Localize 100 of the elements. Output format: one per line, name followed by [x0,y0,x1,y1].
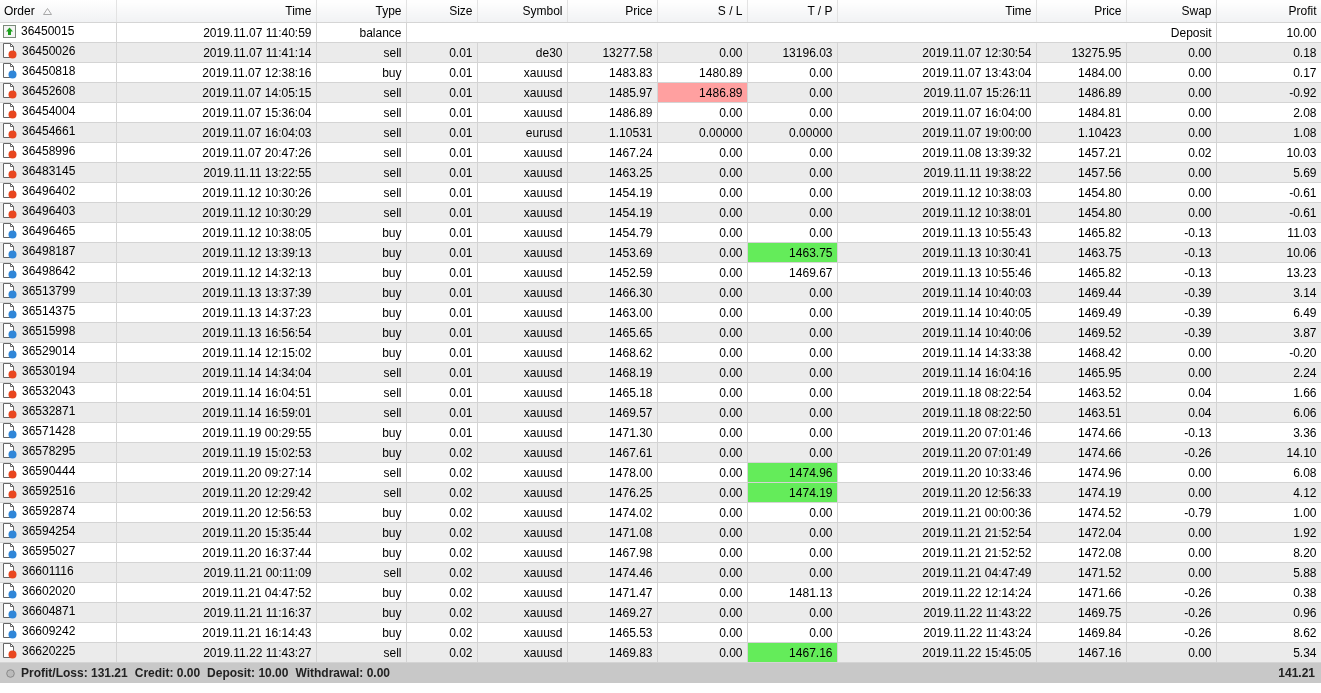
table-cell: 0.00 [1126,362,1216,383]
table-cell: -0.61 [1216,202,1321,223]
table-cell: sell [316,182,406,203]
table-cell: 0.00 [1126,342,1216,363]
table-cell: -0.13 [1126,242,1216,263]
table-cell: 2019.11.14 12:15:02 [116,342,316,363]
table-cell: 2019.11.11 19:38:22 [837,162,1036,183]
table-cell: xauusd [477,222,567,243]
column-header[interactable]: Symbol [477,0,567,23]
table-cell: 1465.18 [567,382,657,403]
column-header[interactable]: Price [1036,0,1126,23]
table-cell: 10.06 [1216,242,1321,263]
table-cell: 1469.49 [1036,302,1126,323]
table-cell: 0.00 [1126,462,1216,483]
column-header[interactable]: S / L [657,0,747,23]
circle-icon [6,668,15,678]
table-cell: 2019.11.12 10:30:26 [116,182,316,203]
table-row[interactable]: 36450026 2019.11.07 11:41:14 sell 0.01 de30 13277.58 0.00 13196.03 2019.11.07 12:30:54 13275.95 0.00 0.18 [0,42,1321,63]
table-cell: 1484.81 [1036,102,1126,123]
table-cell: 1469.84 [1036,622,1126,643]
table-cell: 1.66 [1216,382,1321,403]
table-cell: 2019.11.13 14:37:23 [116,302,316,323]
table-cell: buy [316,62,406,83]
column-header[interactable]: Time [116,0,316,23]
order-number: 36498642 [22,264,76,278]
table-row[interactable]: 36513799 2019.11.13 13:37:39 buy 0.01 xauusd 1466.30 0.00 0.00 2019.11.14 10:40:03 1469.44 -0.39 3.14 [0,282,1321,303]
table-cell: 0.01 [406,222,477,243]
table-cell: 0.00 [657,142,747,163]
table-cell: 1469.83 [567,642,657,663]
column-header[interactable]: T / P [747,0,837,23]
table-cell: 1454.80 [1036,202,1126,223]
column-header[interactable]: Size [406,0,477,23]
table-row[interactable]: 36483145 2019.11.11 13:22:55 sell 0.01 xauusd 1463.25 0.00 0.00 2019.11.11 19:38:22 1457.56 0.00 5.69 [0,162,1321,183]
table-row[interactable]: 36594254 2019.11.20 15:35:44 buy 0.02 xauusd 1471.08 0.00 0.00 2019.11.21 21:52:54 1472.04 0.00 1.92 [0,522,1321,543]
table-cell: sell [316,162,406,183]
table-cell: 2019.11.07 11:40:59 [116,22,316,43]
column-header[interactable]: Type [316,0,406,23]
order-number: 36452608 [22,84,76,98]
order-number: 36602020 [22,584,76,598]
table-cell: 0.00 [747,502,837,523]
column-header[interactable]: Profit [1216,0,1321,23]
table-cell: 0.02 [406,582,477,603]
table-cell: buy [316,422,406,443]
table-row[interactable]: 36532871 2019.11.14 16:59:01 sell 0.01 xauusd 1469.57 0.00 0.00 2019.11.18 08:22:50 1463.51 0.04 6.06 [0,402,1321,423]
table-cell: 0.00 [1126,82,1216,103]
column-header[interactable]: Time [837,0,1036,23]
table-cell: 1467.16 [1036,642,1126,663]
table-cell: 2019.11.07 15:26:11 [837,82,1036,103]
table-row[interactable]: 36620225 2019.11.22 11:43:27 sell 0.02 xauusd 1469.83 0.00 1467.16 2019.11.22 15:45:05 1467.16 0.00 5.34 [0,642,1321,663]
table-cell: 0.01 [406,362,477,383]
table-cell: sell [316,82,406,103]
table-cell: 2019.11.07 16:04:00 [837,102,1036,123]
table-cell: 2019.11.14 16:59:01 [116,402,316,423]
table-cell: 0.00 [657,462,747,483]
table-cell: sell [316,362,406,383]
table-row[interactable]: 36604871 2019.11.21 11:16:37 buy 0.02 xauusd 1469.27 0.00 0.00 2019.11.22 11:43:22 1469.75 -0.26 0.96 [0,602,1321,623]
table-cell: 1467.98 [567,542,657,563]
table-cell: buy [316,262,406,283]
table-cell: 2.24 [1216,362,1321,383]
table-cell: 1.10531 [567,122,657,143]
table-cell: 1471.52 [1036,562,1126,583]
table-cell: 1476.25 [567,482,657,503]
column-header[interactable]: Swap [1126,0,1216,23]
table-cell: 0.00 [657,402,747,423]
table-row[interactable]: 36496403 2019.11.12 10:30:29 sell 0.01 xauusd 1454.19 0.00 0.00 2019.11.12 10:38:01 1454.80 0.00 -0.61 [0,202,1321,223]
table-row[interactable]: 36601116 2019.11.21 00:11:09 sell 0.02 xauusd 1474.46 0.00 0.00 2019.11.21 04:47:49 1471.52 0.00 5.88 [0,562,1321,583]
table-cell: sell [316,462,406,483]
table-cell: 0.00 [747,182,837,203]
table-cell: buy [316,302,406,323]
table-row[interactable]: 36498187 2019.11.12 13:39:13 buy 0.01 xauusd 1453.69 0.00 1463.75 2019.11.13 10:30:41 1463.75 -0.13 10.06 [0,242,1321,263]
table-cell: 1467.61 [567,442,657,463]
order-number: 36620225 [22,644,76,658]
table-row[interactable]: 36578295 2019.11.19 15:02:53 buy 0.02 xauusd 1467.61 0.00 0.00 2019.11.20 07:01:49 1474.66 -0.26 14.10 [0,442,1321,463]
table-cell: 13277.58 [567,42,657,63]
table-cell: 2019.11.22 12:14:24 [837,582,1036,603]
table-cell: 0.00 [657,602,747,623]
order-number: 36578295 [22,444,76,458]
table-cell: 0.01 [406,142,477,163]
table-cell: 2019.11.20 07:01:49 [837,442,1036,463]
table-cell: 10.00 [1216,22,1321,43]
table-row[interactable]: 36515998 2019.11.13 16:56:54 buy 0.01 xauusd 1465.65 0.00 0.00 2019.11.14 10:40:06 1469.52 -0.39 3.87 [0,322,1321,343]
table-cell: 0.01 [406,62,477,83]
order-number: 36592516 [22,484,76,498]
table-row[interactable]: 36452608 2019.11.07 14:05:15 sell 0.01 xauusd 1485.97 1486.89 0.00 2019.11.07 15:26:11 1486.89 0.00 -0.92 [0,82,1321,103]
column-header[interactable]: Price [567,0,657,23]
table-cell: 0.02 [406,482,477,503]
table-row[interactable]: 36454661 2019.11.07 16:04:03 sell 0.01 eurusd 1.10531 0.00000 0.00000 2019.11.07 19:00:00 1.10423 0.00 1.08 [0,122,1321,143]
order-number: 36515998 [22,324,76,338]
table-cell: 0.00 [657,442,747,463]
table-cell: 1474.96 [1036,462,1126,483]
table-cell: 6.49 [1216,302,1321,323]
order-number: 36496465 [22,224,76,238]
table-row[interactable]: 36530194 2019.11.14 14:34:04 sell 0.01 xauusd 1468.19 0.00 0.00 2019.11.14 16:04:16 1465.95 0.00 2.24 [0,362,1321,383]
table-cell: 1465.53 [567,622,657,643]
order-number: 36571428 [22,424,76,438]
table-cell: 8.62 [1216,622,1321,643]
column-header[interactable]: Order [0,0,116,23]
table-cell: 2019.11.12 10:38:01 [837,202,1036,223]
table-cell: 1.00 [1216,502,1321,523]
table-row[interactable]: 36592516 2019.11.20 12:29:42 sell 0.02 xauusd 1476.25 0.00 1474.19 2019.11.20 12:56:33 1474.19 0.00 4.12 [0,482,1321,503]
